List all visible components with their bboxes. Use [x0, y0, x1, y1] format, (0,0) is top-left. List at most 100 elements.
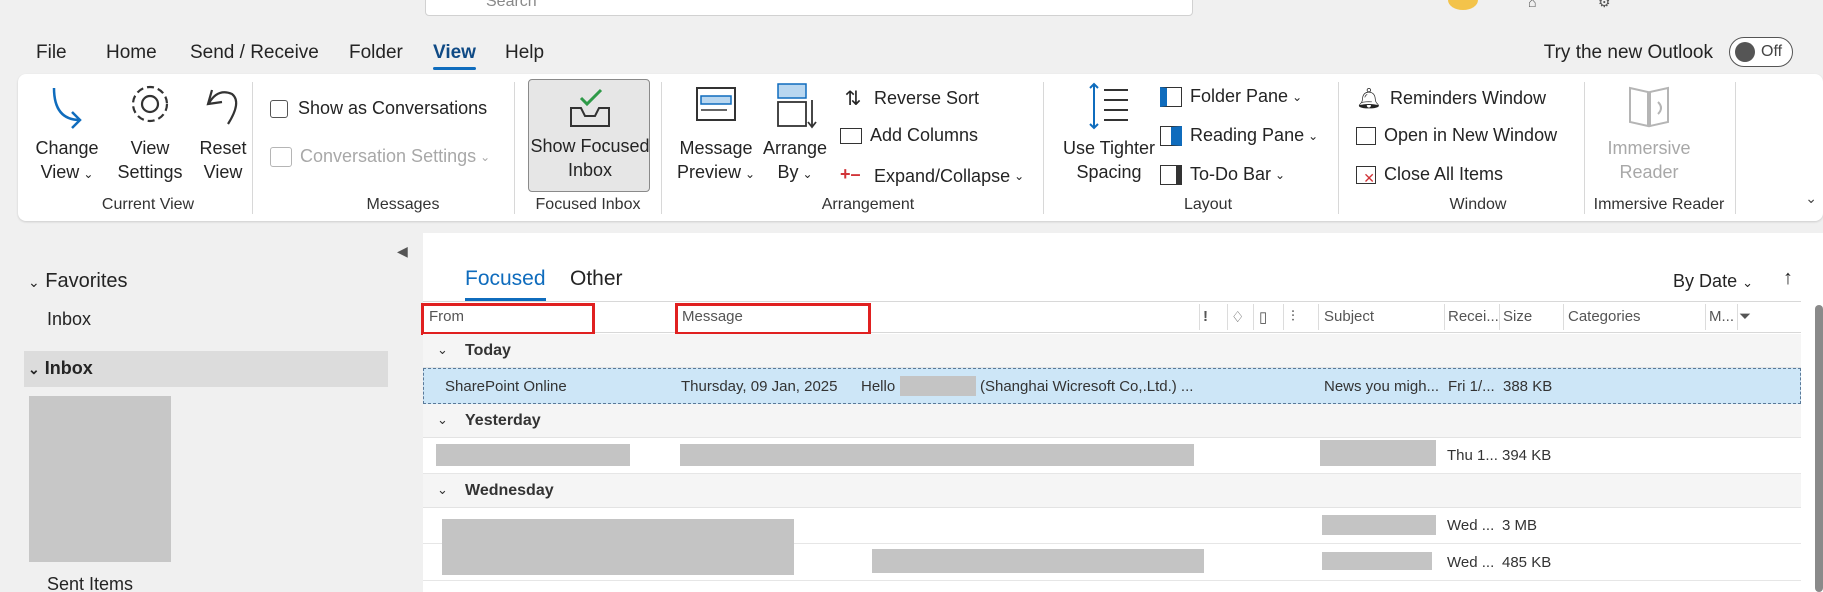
- highlight-message-column: [675, 303, 871, 335]
- tab-focused[interactable]: Focused: [465, 267, 546, 301]
- undo-icon: [206, 89, 238, 125]
- chevron-down-icon: ⌄: [1308, 128, 1319, 143]
- tab-other[interactable]: Other: [570, 267, 623, 291]
- gear-icon: [131, 85, 169, 123]
- ribbon-divider: [1735, 82, 1736, 214]
- open-in-new-window-button[interactable]: Open in New Window: [1356, 125, 1557, 146]
- column-received[interactable]: Recei...: [1448, 308, 1499, 325]
- open-in-new-window-label: Open in New Window: [1384, 125, 1558, 145]
- arrange-by-button[interactable]: Arrange By ⌄: [760, 80, 830, 186]
- search-input[interactable]: Search: [425, 0, 1193, 16]
- change-view-button[interactable]: Change View ⌄: [32, 80, 102, 186]
- folder-pane-icon: [1160, 86, 1182, 107]
- arrange-by-line1: Arrange: [762, 138, 828, 158]
- attachment-column-icon[interactable]: ⫶: [1291, 308, 1295, 325]
- message-preview-line1: Message: [679, 138, 753, 158]
- add-columns-label: Add Columns: [870, 125, 979, 145]
- add-columns-button[interactable]: Add Columns: [840, 125, 978, 146]
- table-row[interactable]: SharePoint Online Thursday, 09 Jan, 2025…: [423, 368, 1801, 404]
- expand-collapse-button[interactable]: +– Expand/Collapse ⌄: [840, 164, 1024, 188]
- close-all-items-button[interactable]: ✕ Close All Items: [1356, 164, 1503, 186]
- tab-home[interactable]: Home: [106, 42, 157, 64]
- group-yesterday[interactable]: ⌄ Yesterday: [423, 404, 1801, 438]
- change-view-icon: [52, 87, 82, 129]
- chevron-down-icon[interactable]: ⌄: [1805, 190, 1817, 207]
- column-categories[interactable]: Categories: [1568, 308, 1641, 325]
- column-size[interactable]: Size: [1503, 308, 1532, 325]
- row-preview-text: (Shanghai Wicresoft Co,.Ltd.) ...: [980, 378, 1194, 395]
- use-tighter-spacing-button[interactable]: Use Tighter Spacing: [1054, 80, 1164, 184]
- group-wednesday[interactable]: ⌄ Wednesday: [423, 474, 1801, 508]
- tips-icon[interactable]: ⌂: [1528, 0, 1536, 10]
- close-all-icon: ✕: [1356, 165, 1376, 186]
- group-today[interactable]: ⌄ Today: [423, 334, 1801, 368]
- group-label-immersive-reader: Immersive Reader: [1593, 196, 1725, 213]
- settings-icon[interactable]: ⚙: [1598, 0, 1611, 11]
- column-divider: [1499, 304, 1500, 330]
- inbox-label: Inbox: [44, 358, 93, 378]
- reset-view-line1: Reset: [199, 138, 247, 158]
- reset-view-button[interactable]: Reset View: [190, 80, 256, 184]
- column-mention[interactable]: M...: [1709, 308, 1734, 325]
- immersive-line1: Immersive: [1607, 138, 1691, 158]
- row-preview-greeting: Hello: [861, 378, 896, 395]
- new-outlook-toggle[interactable]: Off: [1729, 37, 1793, 67]
- tab-file[interactable]: File: [36, 42, 67, 64]
- collapse-pane-icon[interactable]: ◀: [397, 243, 408, 260]
- table-row[interactable]: Thu 1... 394 KB: [423, 438, 1801, 474]
- reverse-sort-icon: ⇅: [844, 88, 862, 110]
- inbox-check-icon: [570, 88, 610, 127]
- view-settings-button[interactable]: View Settings: [114, 80, 186, 184]
- todo-bar-button[interactable]: To-Do Bar ⌄: [1160, 164, 1285, 185]
- folder-pane-button[interactable]: Folder Pane ⌄: [1160, 86, 1302, 107]
- tab-help[interactable]: Help: [505, 42, 544, 64]
- reading-pane-label: Reading Pane: [1190, 125, 1305, 145]
- conversation-settings-button[interactable]: Conversation Settings ⌄: [270, 146, 490, 167]
- group-label-focused-inbox: Focused Inbox: [535, 196, 641, 213]
- reminders-window-button[interactable]: 🔔︎ Reminders Window: [1356, 86, 1546, 111]
- show-as-conversations-checkbox[interactable]: Show as Conversations: [270, 98, 487, 119]
- message-preview-button[interactable]: Message Preview ⌄: [674, 80, 758, 186]
- tab-send-receive[interactable]: Send / Receive: [190, 42, 319, 64]
- redacted-subject: [1322, 515, 1436, 535]
- reading-pane-button[interactable]: Reading Pane ⌄: [1160, 125, 1318, 146]
- sort-direction-icon[interactable]: ↑: [1783, 267, 1793, 290]
- column-divider: [1283, 304, 1284, 330]
- sort-by-label: By Date: [1673, 271, 1738, 291]
- ribbon-divider: [252, 82, 253, 214]
- filter-icon[interactable]: ⏷: [1739, 308, 1751, 325]
- chevron-down-icon: ⌄: [1275, 167, 1286, 182]
- chevron-down-icon: ⌄: [802, 167, 813, 181]
- sidebar-item-sent-items[interactable]: Sent Items: [47, 574, 133, 592]
- icon-column-icon[interactable]: ▯: [1259, 308, 1267, 326]
- row-received: Wed ...: [1447, 517, 1495, 534]
- scrollbar[interactable]: [1815, 305, 1823, 592]
- group-label-messages: Messages: [366, 196, 440, 213]
- column-importance[interactable]: !: [1203, 308, 1208, 325]
- group-label-arrangement: Arrangement: [821, 196, 915, 213]
- column-divider: [1563, 304, 1564, 330]
- ribbon-divider: [1338, 82, 1339, 214]
- inbox-header[interactable]: ⌄ Inbox: [28, 358, 93, 379]
- show-focused-inbox-button[interactable]: Show Focused Inbox: [528, 79, 650, 192]
- reminder-column-icon[interactable]: ♢: [1231, 308, 1244, 326]
- row-from: SharePoint Online: [445, 378, 567, 395]
- column-subject[interactable]: Subject: [1324, 308, 1374, 325]
- avatar[interactable]: [1448, 0, 1478, 10]
- immersive-reader-button[interactable]: Immersive Reader: [1594, 80, 1704, 184]
- favorites-header[interactable]: ⌄ Favorites: [28, 270, 128, 293]
- spacing-icon: [1089, 82, 1128, 130]
- row-size: 394 KB: [1502, 447, 1552, 464]
- toggle-knob: [1735, 42, 1755, 62]
- chevron-down-icon: ⌄: [437, 412, 448, 427]
- tab-view[interactable]: View: [433, 42, 476, 70]
- sort-by-dropdown[interactable]: By Date ⌄: [1673, 271, 1753, 292]
- reverse-sort-button[interactable]: ⇅ Reverse Sort: [840, 86, 979, 111]
- todo-bar-label: To-Do Bar: [1190, 164, 1272, 184]
- tab-folder[interactable]: Folder: [349, 42, 403, 64]
- change-view-line1: Change: [35, 138, 99, 158]
- group-label: Wednesday: [465, 482, 554, 499]
- row-received: Fri 1/...: [1448, 378, 1495, 395]
- row-subject: News you migh...: [1324, 378, 1440, 395]
- sidebar-item-favorites-inbox[interactable]: Inbox: [47, 309, 91, 330]
